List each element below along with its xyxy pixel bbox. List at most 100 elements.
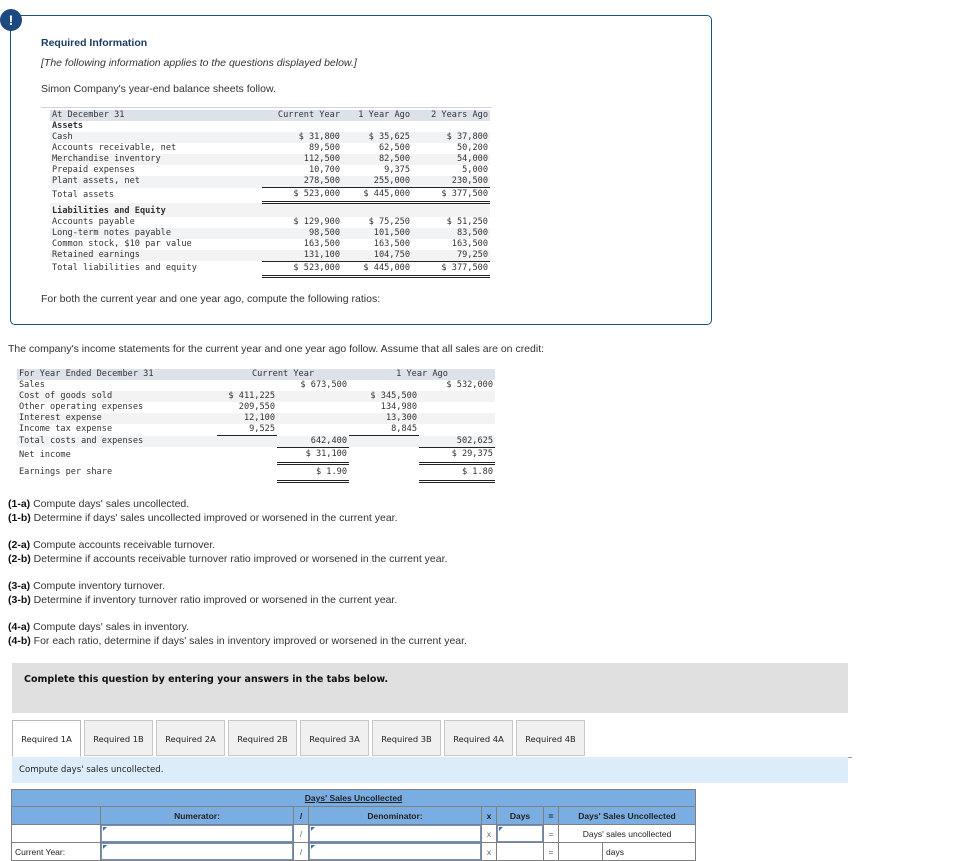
numerator-formula-input[interactable] (101, 825, 293, 842)
table-row: Accounts payable $ 129,900 $ 75,250 $ 51… (50, 217, 490, 228)
complete-question-banner: Complete this question by entering your … (12, 663, 848, 713)
header-2-years-ago: 2 Years Ago (412, 110, 490, 121)
cell-value: 209,550 (238, 402, 275, 412)
cell-value: $ 445,000 (342, 261, 412, 278)
header-numerator: Numerator: (100, 806, 294, 825)
question-item: (2-a) Compute accounts receivable turnov… (8, 539, 216, 551)
question-item: (3-a) Compute inventory turnover. (8, 580, 165, 592)
ratios-instruction: For both the current year and one year a… (41, 293, 381, 305)
cell-value: 134,980 (380, 402, 417, 412)
result-label: Days' sales uncollected (557, 824, 697, 843)
header-equals: = (543, 806, 559, 825)
total-row: Earnings per share $ 1.90 $ 1.80 (17, 463, 495, 483)
table-header-row: At December 31 Current Year 1 Year Ago 2… (50, 110, 490, 121)
total-row: Total assets $ 523,000 $ 445,000 $ 377,5… (50, 187, 490, 204)
cell-value: 101,500 (342, 227, 412, 239)
row-label: Merchandise inventory (50, 154, 262, 165)
cell-value: 62,500 (378, 143, 410, 153)
cell-value: $ 445,000 (342, 187, 412, 204)
row-label: Earnings per share (19, 466, 113, 477)
cell-value: 9,375 (384, 165, 410, 175)
days-sales-uncollected-table: Days' Sales Uncollected Numerator: / Den… (10, 789, 697, 861)
table-row: Income tax expense 9,525 8,845 (17, 424, 495, 436)
table-row: Prepaid expenses 10,700 9,375 5,000 (50, 165, 490, 176)
cell-value: 12,100 (217, 413, 277, 424)
tab-required-3a[interactable]: Required 3A (300, 720, 369, 756)
cell-value: 131,100 (262, 249, 342, 262)
current-year-days-value (496, 842, 544, 861)
cell-value: 50,200 (456, 143, 488, 153)
times-operator: x (481, 842, 497, 861)
current-year-denominator-input[interactable] (309, 843, 481, 860)
tab-required-2a[interactable]: Required 2A (156, 720, 225, 756)
assets-heading: Assets (52, 121, 84, 131)
question-item: (1-b) Determine if days' sales uncollect… (8, 512, 398, 524)
cell-value: $ 31,800 (262, 132, 342, 143)
question-list: (1-a) Compute days' sales uncollected. (… (8, 497, 467, 648)
tab-required-4a[interactable]: Required 4A (444, 720, 513, 756)
row-label: Long-term notes payable (50, 227, 262, 239)
cell-value: $ 673,500 (300, 380, 347, 390)
cell-value: 98,500 (262, 227, 342, 239)
tab-required-1a[interactable]: Required 1A (12, 720, 81, 757)
liabilities-heading: Liabilities and Equity (50, 202, 262, 217)
cell-value: $ 31,100 (277, 447, 349, 465)
total-row: Net income $ 31,100 $ 29,375 (17, 447, 495, 465)
row-label: Cash (50, 132, 262, 143)
alert-icon: ! (0, 9, 22, 31)
row-label: Plant assets, net (50, 176, 262, 188)
cell-value: 89,500 (308, 143, 340, 153)
tab-required-2b[interactable]: Required 2B (228, 720, 297, 756)
cell-value: 54,000 (412, 154, 490, 165)
row-label: Cost of goods sold (17, 391, 217, 402)
cell-value: $ 377,500 (412, 187, 490, 204)
cell-value: 10,700 (308, 165, 340, 175)
tab-required-3b[interactable]: Required 3B (372, 720, 441, 756)
row-label: Other operating expenses (19, 402, 144, 412)
row-label: Prepaid expenses (52, 165, 135, 175)
days-input[interactable] (497, 825, 543, 842)
answer-table-title-cell: Days' Sales Uncollected (10, 789, 697, 807)
row-label: Total liabilities and equity (52, 263, 197, 273)
tab-required-4b[interactable]: Required 4B (516, 720, 585, 756)
row-label-blank (11, 824, 101, 843)
question-item: (2-b) Determine if accounts receivable t… (8, 553, 448, 565)
header-days: Days (496, 806, 544, 825)
divide-operator: / (293, 842, 309, 861)
tab-required-1b[interactable]: Required 1B (84, 720, 153, 756)
row-label: Total costs and expenses (17, 435, 217, 447)
table-header-row: For Year Ended December 31 Current Year … (17, 369, 495, 380)
table-row: Interest expense 12,100 13,300 (17, 413, 495, 424)
question-item: (4-b) For each ratio, determine if days'… (8, 635, 467, 647)
section-heading-row: Liabilities and Equity (50, 202, 490, 217)
cell-value: $ 411,225 (217, 391, 277, 402)
table-row: Accounts receivable, net 89,500 62,500 5… (50, 143, 490, 154)
cell-value: $ 37,800 (412, 132, 490, 143)
table-row: Long-term notes payable 98,500 101,500 8… (50, 227, 490, 239)
row-label: Interest expense (17, 413, 217, 424)
balance-sheet-table: At December 31 Current Year 1 Year Ago 2… (50, 110, 490, 278)
tab-bar: Required 1A Required 1B Required 2A Requ… (12, 720, 852, 758)
times-operator: x (481, 824, 497, 843)
row-label: Accounts receivable, net (52, 143, 177, 153)
cell-value: 79,250 (412, 249, 490, 262)
cell-value: 163,500 (373, 238, 410, 249)
current-year-numerator-input[interactable] (101, 843, 293, 860)
question-item: (4-a) Compute days' sales in inventory. (8, 621, 189, 633)
cell-value: $ 29,375 (419, 447, 495, 465)
table-row: Sales $ 673,500 $ 532,000 (17, 380, 495, 391)
header-1-year-ago: 1 Year Ago (349, 369, 495, 380)
row-label: Accounts payable (52, 216, 135, 227)
table-row: Other operating expenses 209,550 134,980 (17, 402, 495, 413)
cell-value: 502,625 (419, 435, 495, 448)
cell-value: 163,500 (303, 238, 340, 249)
row-label: Net income (19, 449, 71, 460)
header-times: x (481, 806, 497, 825)
row-label: Sales (19, 380, 45, 390)
header-result: Days' Sales Uncollected (557, 806, 697, 825)
cell-value: $ 35,625 (342, 132, 412, 143)
income-statement-intro: The company's income statements for the … (8, 343, 545, 355)
required-information-note: [The following information applies to th… (41, 57, 357, 69)
denominator-formula-input[interactable] (309, 825, 481, 842)
row-label: Retained earnings (50, 249, 262, 261)
